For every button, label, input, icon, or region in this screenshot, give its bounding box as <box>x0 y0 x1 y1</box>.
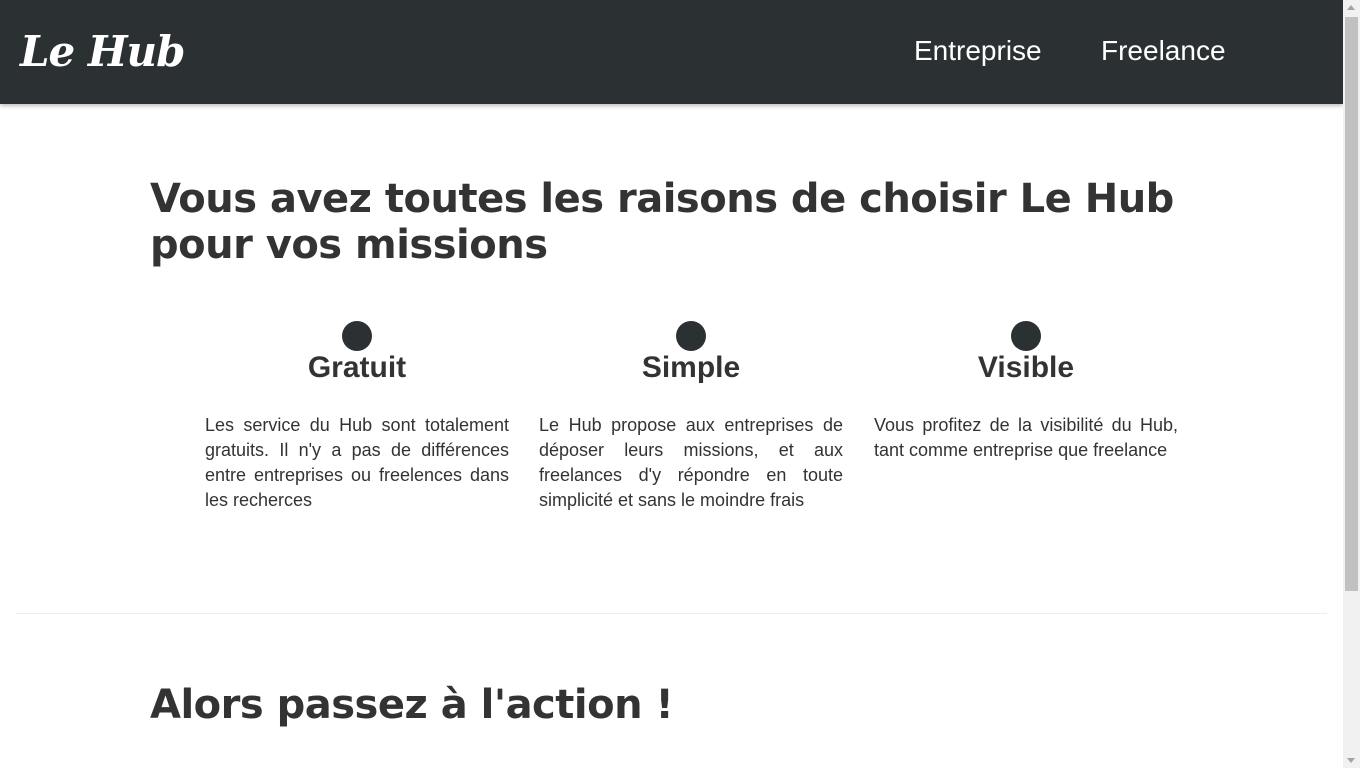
scroll-down-arrow-icon[interactable] <box>1347 758 1355 763</box>
navbar: Le Hub Entreprise Freelance <box>0 0 1343 104</box>
feature-description: Les service du Hub sont totalement gratu… <box>205 415 509 510</box>
feature-title: Gratuit <box>307 351 407 384</box>
circle-icon <box>342 321 372 351</box>
page-title: Vous avez toutes les raisons de choisir … <box>150 176 1174 268</box>
page: Le Hub Entreprise Freelance Vous avez to… <box>0 0 1343 768</box>
feature-title: Visible <box>977 351 1075 384</box>
scroll-up-arrow-icon[interactable] <box>1347 5 1355 10</box>
scrollbar-thumb[interactable] <box>1345 17 1358 591</box>
call-to-action-title: Alors passez à l'action ! <box>150 682 674 728</box>
circle-icon <box>1011 321 1041 351</box>
feature-title: Simple <box>641 351 741 384</box>
nav-link-entreprise[interactable]: Entreprise <box>914 32 1042 70</box>
feature-description: Le Hub propose aux entreprises de dépose… <box>539 415 843 510</box>
brand-logo[interactable]: Le Hub <box>20 24 185 80</box>
feature-description: Vous profitez de la visibilité du Hub, t… <box>874 415 1178 460</box>
nav-link-freelance[interactable]: Freelance <box>1101 32 1226 70</box>
vertical-scrollbar[interactable] <box>1343 0 1360 768</box>
section-divider <box>16 613 1327 614</box>
circle-icon <box>676 321 706 351</box>
